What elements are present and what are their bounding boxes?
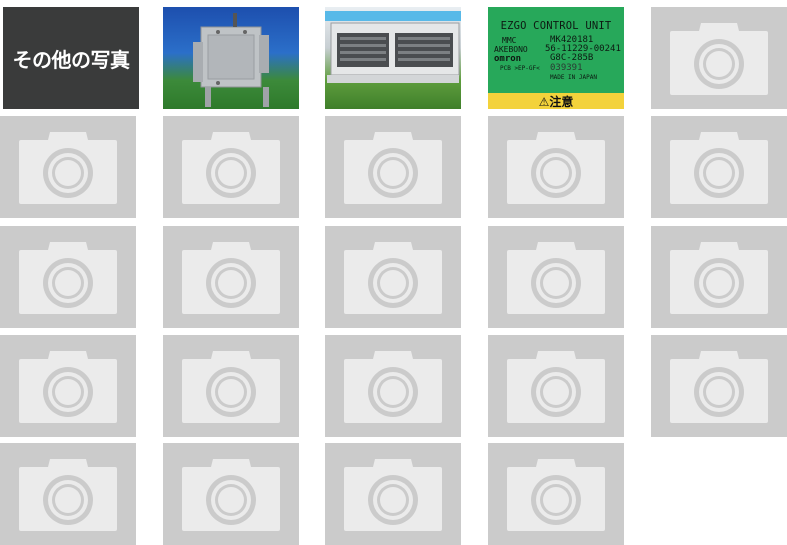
camera-icon	[19, 459, 117, 531]
placeholder-thumbnail[interactable]	[488, 443, 624, 545]
label-header: EZGO CONTROL UNIT	[500, 20, 612, 32]
warning-text: ⚠注意	[538, 95, 574, 109]
placeholder-thumbnail[interactable]	[488, 335, 624, 437]
placeholder-thumbnail[interactable]	[488, 226, 624, 328]
photo-connector	[325, 11, 461, 83]
camera-icon	[507, 351, 605, 423]
label-row-left: omron	[494, 54, 522, 64]
label-made-in: MADE IN JAPAN	[550, 74, 597, 81]
label-row-left: PCB >EP-GF<	[500, 65, 540, 72]
camera-icon	[182, 351, 280, 423]
placeholder-thumbnail[interactable]	[0, 443, 136, 545]
camera-icon	[19, 132, 117, 204]
camera-icon	[182, 459, 280, 531]
placeholder-thumbnail[interactable]	[651, 116, 787, 218]
camera-icon	[507, 132, 605, 204]
photo-thumbnail[interactable]	[325, 7, 461, 109]
placeholder-thumbnail[interactable]	[325, 116, 461, 218]
placeholder-thumbnail[interactable]	[651, 335, 787, 437]
placeholder-thumbnail[interactable]	[0, 226, 136, 328]
placeholder-thumbnail[interactable]	[163, 335, 299, 437]
camera-icon	[344, 459, 442, 531]
placeholder-thumbnail[interactable]	[325, 443, 461, 545]
camera-icon	[182, 242, 280, 314]
camera-icon	[182, 132, 280, 204]
camera-icon	[344, 351, 442, 423]
placeholder-thumbnail[interactable]	[0, 116, 136, 218]
placeholder-thumbnail[interactable]	[488, 116, 624, 218]
label-row-right: 039391	[550, 63, 583, 73]
placeholder-thumbnail[interactable]	[163, 226, 299, 328]
placeholder-thumbnail[interactable]	[163, 443, 299, 545]
camera-icon	[19, 242, 117, 314]
camera-icon	[670, 132, 768, 204]
placeholder-thumbnail[interactable]	[651, 226, 787, 328]
camera-icon	[19, 351, 117, 423]
camera-icon	[670, 23, 768, 95]
camera-icon	[344, 132, 442, 204]
camera-icon	[344, 242, 442, 314]
camera-icon	[507, 242, 605, 314]
photo-thumbnail[interactable]	[163, 7, 299, 109]
camera-icon	[670, 351, 768, 423]
other-photos-button[interactable]: その他の写真	[3, 7, 139, 109]
photo-thumbnail[interactable]: EZGO CONTROL UNIT MMC MK420181 AKEBONO 5…	[488, 7, 624, 109]
label-row-left: AKEBONO	[494, 45, 528, 54]
placeholder-thumbnail[interactable]	[325, 335, 461, 437]
label-row-left: MMC	[502, 36, 517, 45]
other-photos-label: その他の写真	[12, 47, 131, 72]
camera-icon	[670, 242, 768, 314]
placeholder-thumbnail[interactable]	[163, 116, 299, 218]
camera-icon	[507, 459, 605, 531]
photo-control-unit-back	[193, 13, 269, 107]
label-row-right: G8C-285B	[550, 53, 594, 63]
placeholder-thumbnail[interactable]	[0, 335, 136, 437]
placeholder-thumbnail[interactable]	[651, 7, 787, 109]
placeholder-thumbnail[interactable]	[325, 226, 461, 328]
